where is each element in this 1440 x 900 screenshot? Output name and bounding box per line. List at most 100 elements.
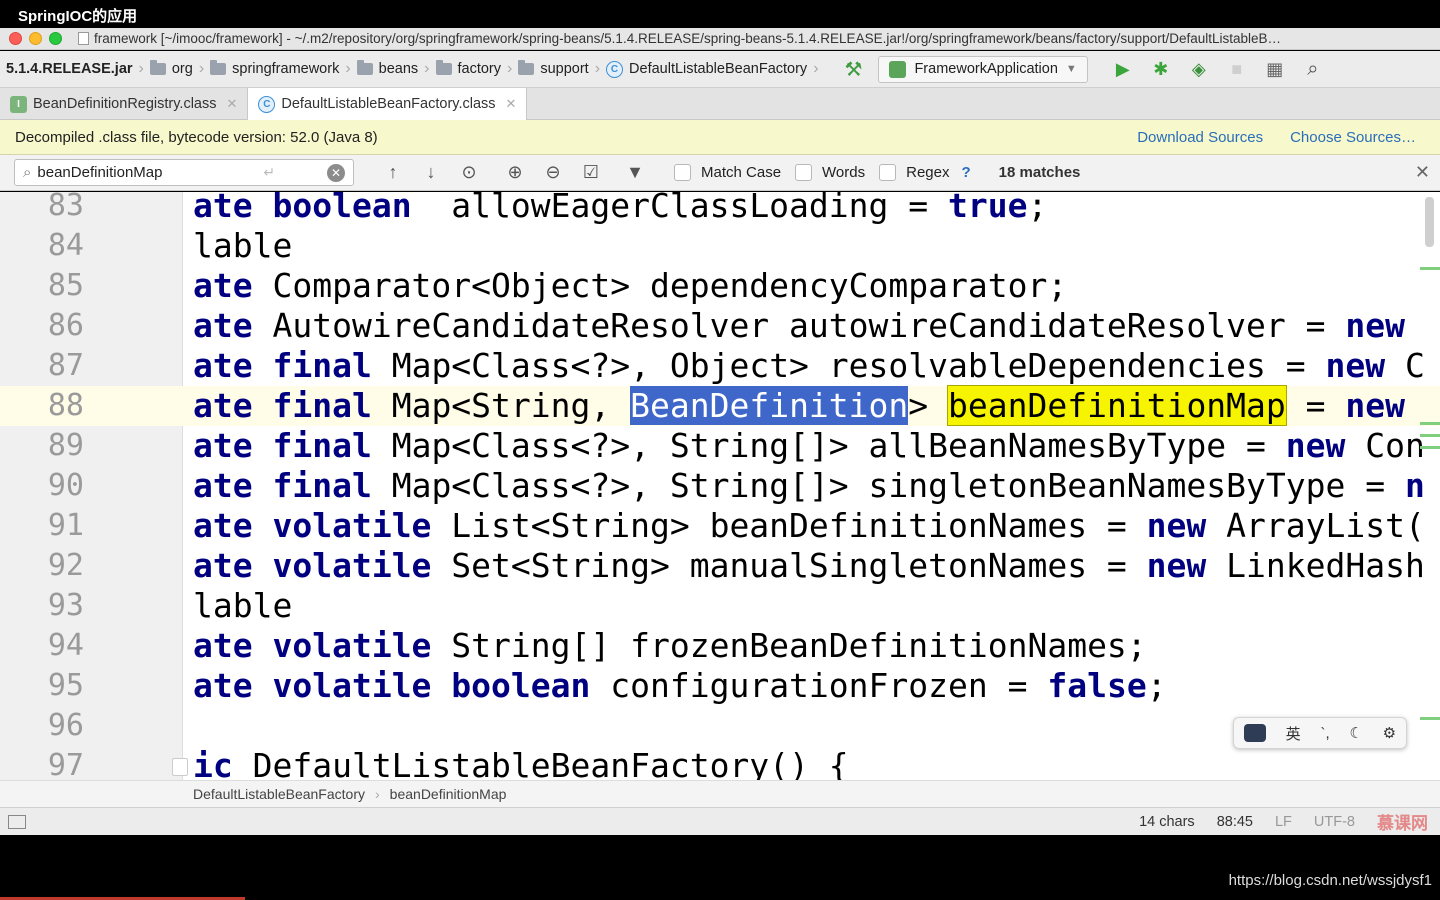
code-text[interactable]: ate volatile Set<String> manualSingleton… — [193, 546, 1425, 586]
stop-icon[interactable]: ■ — [1218, 59, 1256, 80]
code-token: volatile — [272, 506, 452, 545]
choose-sources-link[interactable]: Choose Sources… — [1290, 129, 1416, 146]
nav-crumb-jar[interactable]: 5.1.4.RELEASE.jar — [0, 61, 139, 77]
words-checkbox[interactable]: Words — [795, 164, 865, 181]
remove-occurrence-icon[interactable]: ⊖ — [534, 162, 572, 183]
filter-icon[interactable]: ▼ — [616, 162, 654, 183]
find-bar: ⌕ ↵ ✕ ↑ ↓ ⊙ ⊕ ⊖ ☑ ▼ Match Case Words Reg… — [0, 155, 1440, 191]
tool-windows-icon[interactable] — [8, 814, 26, 829]
code-text[interactable]: ate Comparator<Object> dependencyCompara… — [193, 266, 1067, 306]
code-line[interactable]: 90 ate final Map<Class<?>, String[]> sing… — [0, 466, 1440, 506]
code-text[interactable]: ate volatile String[] frozenBeanDefiniti… — [193, 626, 1147, 666]
run-icon[interactable]: ▶ — [1104, 59, 1142, 80]
code-line[interactable]: 89 ate final Map<Class<?>, String[]> allB… — [0, 426, 1440, 466]
close-tab-icon[interactable]: ✕ — [506, 96, 517, 112]
code-line[interactable]: 97 ic DefaultListableBeanFactory() { — [0, 746, 1440, 780]
code-token: new — [1345, 386, 1425, 425]
search-icon[interactable]: ⌕ — [23, 164, 31, 181]
close-find-bar-icon[interactable]: ✕ — [1415, 162, 1430, 183]
ime-moon-icon[interactable]: ☾ — [1349, 724, 1362, 742]
code-text[interactable]: ic DefaultListableBeanFactory() { — [193, 746, 849, 780]
fold-marker-icon[interactable] — [172, 758, 188, 776]
search-everywhere-icon[interactable]: ⌕ — [1294, 58, 1332, 81]
search-input[interactable] — [37, 164, 258, 181]
code-line[interactable]: 87 ate final Map<Class<?>, Object> resolv… — [0, 346, 1440, 386]
code-text[interactable]: ate boolean allowEagerClassLoading = tru… — [193, 192, 1047, 226]
add-occurrence-icon[interactable]: ⊕ — [496, 162, 534, 183]
error-stripe-mark[interactable] — [1420, 717, 1440, 720]
clear-search-icon[interactable]: ✕ — [327, 163, 345, 182]
code-editor[interactable]: 83 ate boolean allowEagerClassLoading = t… — [0, 192, 1440, 780]
zoom-window-button[interactable] — [49, 32, 62, 45]
code-text[interactable]: ate final Map<Class<?>, String[]> single… — [193, 466, 1425, 506]
ime-language-toggle[interactable]: 英 — [1286, 723, 1301, 744]
code-line[interactable]: 88 ate final Map<String, BeanDefinition> … — [0, 385, 1440, 426]
code-line[interactable]: 95 ate volatile boolean configurationFroz… — [0, 666, 1440, 706]
code-text[interactable]: ate volatile List<String> beanDefinition… — [193, 506, 1425, 546]
code-token: ate — [193, 666, 273, 705]
code-line[interactable]: 92 ate volatile Set<String> manualSinglet… — [0, 546, 1440, 586]
caret-position[interactable]: 88:45 — [1217, 814, 1253, 830]
search-actions: ↑ ↓ ⊙ ⊕ ⊖ ☑ ▼ — [374, 162, 654, 183]
code-line[interactable]: 91 ate volatile List<String> beanDefiniti… — [0, 506, 1440, 546]
code-text[interactable]: ate final Map<Class<?>, Object> resolvab… — [193, 346, 1425, 386]
code-line[interactable]: 93 lable — [0, 586, 1440, 626]
code-line[interactable]: 84 lable — [0, 226, 1440, 266]
previous-occurrence-icon[interactable]: ↑ — [374, 162, 412, 183]
window-title-text: framework [~/imooc/framework] - ~/.m2/re… — [94, 31, 1282, 46]
coverage-icon[interactable]: ◈ — [1180, 59, 1218, 80]
project-structure-icon[interactable]: ▦ — [1256, 59, 1294, 80]
ime-punctuation-toggle[interactable]: `, — [1320, 725, 1329, 742]
error-stripe-mark[interactable] — [1420, 446, 1440, 449]
regex-help-link[interactable]: ? — [961, 164, 970, 181]
ime-gear-icon[interactable]: ⚙ — [1383, 724, 1396, 742]
build-hammer-icon[interactable]: ⚒ — [819, 57, 873, 82]
error-stripe-mark[interactable] — [1420, 422, 1440, 425]
code-text[interactable]: ate AutowireCandidateResolver autowireCa… — [193, 306, 1425, 346]
tab-bean-definition-registry[interactable]: I BeanDefinitionRegistry.class ✕ — [0, 88, 247, 120]
next-occurrence-icon[interactable]: ↓ — [412, 162, 450, 183]
file-encoding[interactable]: UTF-8 — [1314, 814, 1355, 830]
regex-checkbox[interactable]: Regex — [879, 164, 949, 181]
download-sources-link[interactable]: Download Sources — [1137, 129, 1263, 146]
source-url: https://blog.csdn.net/wssjdysf1 — [1228, 872, 1432, 889]
checkbox-box[interactable] — [674, 164, 691, 181]
code-line[interactable]: 94 ate volatile String[] frozenBeanDefini… — [0, 626, 1440, 666]
match-case-checkbox[interactable]: Match Case — [674, 164, 781, 181]
search-field[interactable]: ⌕ ↵ ✕ — [14, 159, 354, 186]
error-stripe-mark[interactable] — [1420, 434, 1440, 437]
select-all-occurrences-icon[interactable]: ☑ — [572, 162, 610, 183]
folder-icon — [518, 60, 535, 75]
line-separator[interactable]: LF — [1275, 814, 1292, 830]
close-tab-icon[interactable]: ✕ — [226, 96, 237, 112]
nav-crumb-class[interactable]: C DefaultListableBeanFactory — [600, 60, 813, 78]
nav-crumb-org[interactable]: org — [144, 60, 199, 77]
ime-toolbar[interactable]: 英 `, ☾ ⚙ — [1233, 717, 1407, 749]
error-stripe-mark[interactable] — [1420, 267, 1440, 270]
debug-icon[interactable]: ✱ — [1142, 59, 1180, 80]
code-line[interactable]: 96 — [0, 706, 1440, 746]
code-text[interactable]: ate final Map<String, BeanDefinition> be… — [193, 385, 1425, 426]
code-text[interactable]: ate final Map<Class<?>, String[]> allBea… — [193, 426, 1425, 466]
run-configuration-select[interactable]: FrameworkApplication ▼ — [878, 55, 1088, 83]
code-line[interactable]: 85 ate Comparator<Object> dependencyCompa… — [0, 266, 1440, 306]
code-text[interactable]: ate volatile boolean configurationFrozen… — [193, 666, 1167, 706]
code-token: boolean — [272, 192, 412, 225]
nav-crumb-support[interactable]: support — [512, 60, 594, 77]
nav-crumb-factory[interactable]: factory — [430, 60, 508, 77]
close-window-button[interactable] — [9, 32, 22, 45]
tab-default-listable-bean-factory[interactable]: C DefaultListableBeanFactory.class ✕ — [247, 88, 528, 120]
nav-crumb-beans[interactable]: beans — [351, 60, 425, 77]
code-line[interactable]: 83 ate boolean allowEagerClassLoading = t… — [0, 192, 1440, 226]
breadcrumb-item-class[interactable]: DefaultListableBeanFactory — [193, 786, 365, 802]
checkbox-box[interactable] — [879, 164, 897, 181]
breadcrumb-item-field[interactable]: beanDefinitionMap — [390, 786, 507, 802]
nav-crumb-springframework[interactable]: springframework — [204, 60, 345, 77]
vertical-scrollbar[interactable] — [1425, 197, 1434, 247]
checkbox-box[interactable] — [795, 164, 813, 181]
code-text[interactable]: lable — [193, 226, 292, 266]
code-line[interactable]: 86 ate AutowireCandidateResolver autowire… — [0, 306, 1440, 346]
find-all-icon[interactable]: ⊙ — [450, 162, 488, 183]
minimize-window-button[interactable] — [29, 32, 42, 45]
code-text[interactable]: lable — [193, 586, 292, 626]
